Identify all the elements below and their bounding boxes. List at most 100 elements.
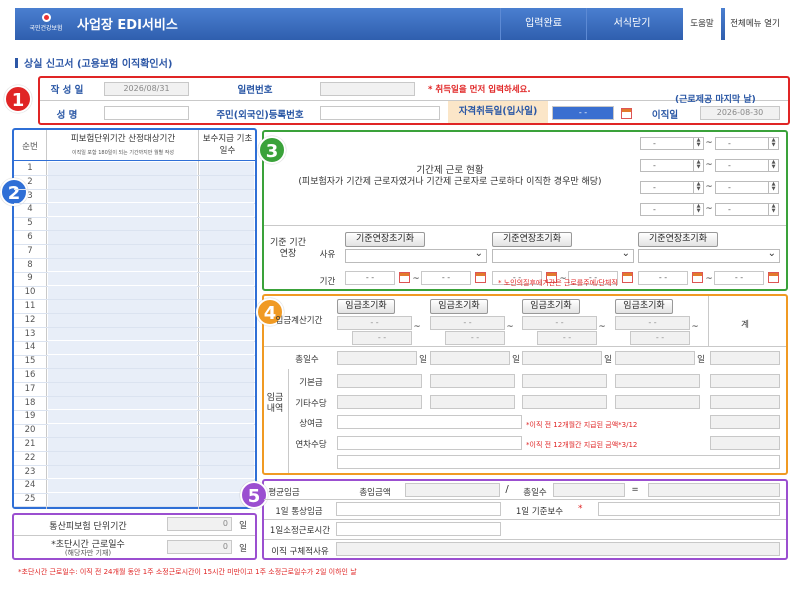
- ext-reason-select[interactable]: [638, 248, 780, 263]
- wage-field[interactable]: [337, 374, 422, 388]
- wage-days-field[interactable]: [337, 351, 417, 365]
- period-cell[interactable]: [48, 493, 197, 506]
- wage-row-total[interactable]: [710, 415, 780, 429]
- days-cell[interactable]: [200, 258, 254, 272]
- days-cell[interactable]: [200, 203, 254, 217]
- ext-reset-button[interactable]: 기준연장초기화: [638, 232, 718, 247]
- ext-start-date[interactable]: - -: [345, 271, 395, 285]
- wage-row-total[interactable]: [710, 435, 780, 450]
- ext-reset-button[interactable]: 기준연장초기화: [492, 232, 572, 247]
- total-period-field[interactable]: 0: [167, 517, 232, 531]
- days-cell[interactable]: [200, 451, 254, 465]
- period-cell[interactable]: [48, 272, 197, 286]
- period-cell[interactable]: [48, 300, 197, 313]
- close-form-menu[interactable]: 서식닫기: [587, 8, 677, 40]
- calendar-icon[interactable]: [622, 272, 633, 283]
- period-cell[interactable]: [48, 382, 197, 396]
- period-cell[interactable]: [48, 313, 197, 327]
- wage-row-total[interactable]: [710, 374, 780, 388]
- days-cell[interactable]: [200, 341, 254, 355]
- wage-field[interactable]: [430, 394, 515, 409]
- days-cell[interactable]: [200, 327, 254, 341]
- daily-wage-field[interactable]: [336, 502, 501, 516]
- ext-end-date[interactable]: - -: [714, 271, 764, 285]
- period-cell[interactable]: [48, 355, 197, 368]
- leave-date-field[interactable]: 2026-08-30: [700, 106, 780, 120]
- calendar-icon[interactable]: [399, 272, 410, 283]
- wage-reset-button[interactable]: 임금초기화: [522, 299, 580, 314]
- wage-extra-field[interactable]: [337, 455, 780, 469]
- wage-end-date[interactable]: - -: [352, 331, 412, 345]
- start-date-spinner[interactable]: - ▲ ▼: [640, 203, 704, 216]
- rrn-field[interactable]: [320, 106, 440, 120]
- days-cell[interactable]: [200, 272, 254, 286]
- period-cell[interactable]: [48, 258, 197, 272]
- period-cell[interactable]: [48, 479, 197, 493]
- days-cell[interactable]: [200, 396, 254, 410]
- submit-menu[interactable]: 입력완료: [501, 8, 586, 40]
- days-cell[interactable]: [200, 438, 254, 451]
- wage-days-field[interactable]: [615, 351, 695, 365]
- wage-field[interactable]: [430, 374, 515, 388]
- work-hours-field[interactable]: [336, 522, 501, 536]
- wage-reset-button[interactable]: 임금초기화: [615, 299, 673, 314]
- period-cell[interactable]: [48, 244, 197, 258]
- wage-reset-button[interactable]: 임금초기화: [337, 299, 395, 314]
- period-cell[interactable]: [48, 451, 197, 465]
- serial-field[interactable]: [320, 82, 415, 96]
- calendar-icon[interactable]: [475, 272, 486, 283]
- days-cell[interactable]: [200, 410, 254, 424]
- ext-end-date[interactable]: - -: [421, 271, 471, 285]
- days-cell[interactable]: [200, 162, 254, 175]
- days-cell[interactable]: [200, 382, 254, 396]
- end-date-spinner[interactable]: - ▲ ▼: [715, 181, 779, 194]
- wage-start-date[interactable]: - -: [430, 316, 505, 330]
- days-cell[interactable]: [200, 369, 254, 382]
- wage-start-date[interactable]: - -: [615, 316, 690, 330]
- wage-field[interactable]: [337, 435, 522, 450]
- reason-detail-field[interactable]: [336, 542, 780, 556]
- days-cell[interactable]: [200, 231, 254, 244]
- period-cell[interactable]: [48, 438, 197, 451]
- wage-days-total[interactable]: [710, 351, 780, 365]
- ext-reset-button[interactable]: 기준연장초기화: [345, 232, 425, 247]
- end-date-spinner[interactable]: - ▲ ▼: [715, 137, 779, 150]
- name-field[interactable]: [104, 106, 189, 120]
- days-cell[interactable]: [200, 465, 254, 479]
- calendar-icon[interactable]: [621, 108, 632, 119]
- period-cell[interactable]: [48, 327, 197, 341]
- calendar-icon[interactable]: [692, 272, 703, 283]
- period-cell[interactable]: [48, 410, 197, 424]
- acq-date-field[interactable]: - -: [552, 106, 614, 120]
- period-cell[interactable]: [48, 217, 197, 230]
- wage-days-field[interactable]: [430, 351, 510, 365]
- days-cell[interactable]: [200, 313, 254, 327]
- help-menu[interactable]: 도움말: [683, 8, 721, 40]
- end-date-spinner[interactable]: - ▲ ▼: [715, 203, 779, 216]
- ext-start-date[interactable]: - -: [638, 271, 688, 285]
- period-cell[interactable]: [48, 203, 197, 217]
- avg-days-field[interactable]: [553, 483, 625, 497]
- period-cell[interactable]: [48, 175, 197, 189]
- days-cell[interactable]: [200, 300, 254, 313]
- wage-reset-button[interactable]: 임금초기화: [430, 299, 488, 314]
- wage-end-date[interactable]: - -: [537, 331, 597, 345]
- wage-end-date[interactable]: - -: [630, 331, 690, 345]
- wage-end-date[interactable]: - -: [445, 331, 505, 345]
- all-menu-button[interactable]: 전체메뉴 열기: [725, 8, 785, 40]
- start-date-spinner[interactable]: - ▲ ▼: [640, 137, 704, 150]
- wage-field[interactable]: [337, 394, 422, 409]
- days-cell[interactable]: [200, 244, 254, 258]
- days-cell[interactable]: [200, 175, 254, 189]
- period-cell[interactable]: [48, 286, 197, 299]
- period-cell[interactable]: [48, 162, 197, 175]
- avg-wage-field[interactable]: [648, 483, 780, 497]
- ext-reason-select[interactable]: [345, 248, 487, 263]
- start-date-spinner[interactable]: - ▲ ▼: [640, 159, 704, 172]
- period-cell[interactable]: [48, 396, 197, 410]
- wage-row-total[interactable]: [710, 394, 780, 409]
- days-cell[interactable]: [200, 189, 254, 203]
- short-days-field[interactable]: 0: [167, 540, 232, 554]
- period-cell[interactable]: [48, 424, 197, 437]
- end-date-spinner[interactable]: - ▲ ▼: [715, 159, 779, 172]
